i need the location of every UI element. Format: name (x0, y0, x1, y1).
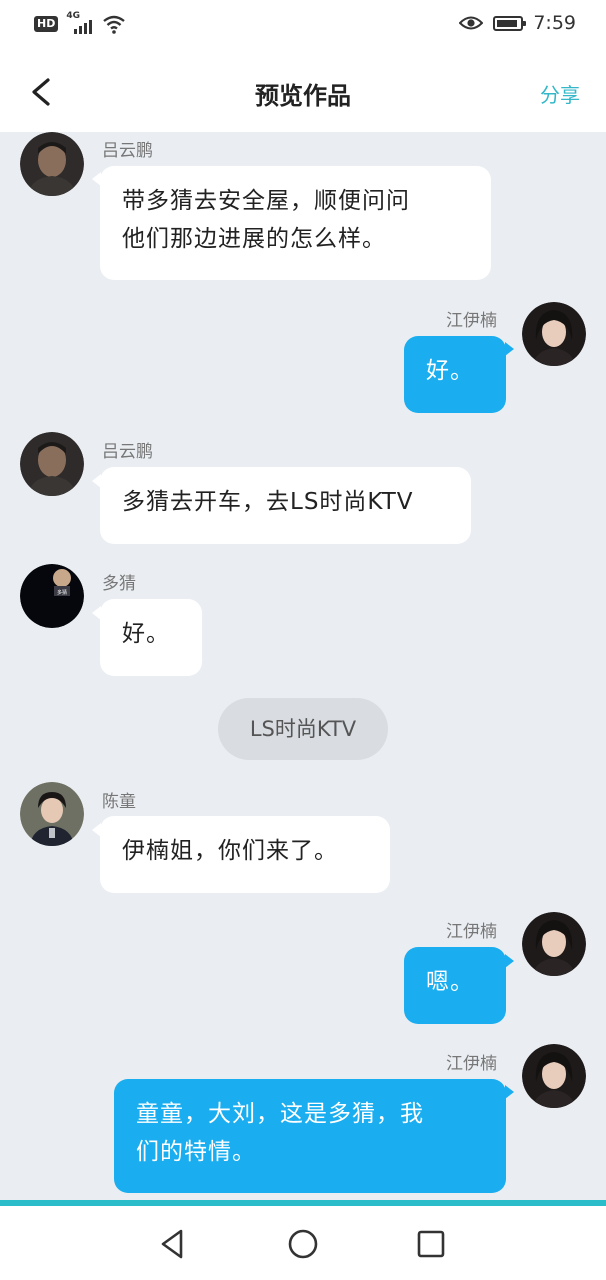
nav-back-button[interactable] (155, 1226, 191, 1262)
scene-label[interactable]: LS时尚KTV (218, 698, 388, 760)
cellular-signal-icon: 4G (66, 11, 94, 34)
avatar[interactable] (522, 912, 586, 976)
avatar[interactable] (20, 432, 84, 496)
sender-name: 江伊楠 (446, 1054, 497, 1074)
avatar[interactable] (522, 302, 586, 366)
message-bubble[interactable]: 好。 (100, 599, 202, 676)
sender-name: 陈童 (102, 792, 136, 812)
avatar[interactable]: 多猜 (20, 564, 84, 628)
message-text-line: 童童，大刘，这是多猜，我 (136, 1101, 424, 1127)
status-left: HD 4G (34, 11, 126, 34)
battery-icon (493, 15, 527, 31)
message-text-line: 们的特情。 (136, 1139, 256, 1165)
message-bubble[interactable]: 好。 (404, 336, 506, 413)
status-bar: HD 4G 7:59 (0, 0, 606, 52)
avatar[interactable] (20, 782, 84, 846)
message-bubble[interactable]: 童童，大刘，这是多猜，我 们的特情。 (114, 1079, 506, 1193)
sender-name: 江伊楠 (446, 922, 497, 942)
page-title: 预览作品 (255, 82, 351, 110)
status-right: 7:59 (459, 12, 576, 34)
system-nav-bar (0, 1206, 606, 1280)
clock: 7:59 (533, 12, 576, 34)
title-bar: 预览作品 分享 (0, 52, 606, 132)
triangle-back-icon (161, 1229, 183, 1259)
message-text-line: 他们那边进展的怎么样。 (122, 226, 386, 252)
message-text-line: 多猜去开车，去LS时尚KTV (122, 489, 414, 515)
avatar-caption: 多猜 (57, 589, 67, 596)
wifi-icon (103, 15, 126, 34)
avatar[interactable] (20, 132, 84, 196)
chat-area[interactable]: 吕云鹏 带多猜去安全屋，顺便问问 他们那边进展的怎么样。 江伊楠 好。 吕云鹏 (0, 132, 606, 1200)
message-bubble[interactable]: 带多猜去安全屋，顺便问问 他们那边进展的怎么样。 (100, 166, 491, 280)
message-text-line: 伊楠姐，你们来了。 (122, 838, 338, 864)
sender-name: 吕云鹏 (102, 442, 153, 462)
hd-badge: HD (34, 16, 59, 32)
avatar[interactable] (522, 1044, 586, 1108)
nav-recent-button[interactable] (413, 1226, 449, 1262)
message-bubble[interactable]: 伊楠姐，你们来了。 (100, 816, 390, 893)
sender-name: 多猜 (102, 574, 136, 594)
sender-name: 吕云鹏 (102, 141, 153, 161)
circle-home-icon (288, 1229, 318, 1259)
message-text-line: 嗯。 (426, 969, 474, 995)
message-bubble[interactable]: 多猜去开车，去LS时尚KTV (100, 467, 471, 544)
sender-name: 江伊楠 (446, 311, 497, 331)
nav-home-button[interactable] (285, 1226, 321, 1262)
share-button[interactable]: 分享 (540, 79, 580, 108)
message-bubble[interactable]: 嗯。 (404, 947, 506, 1024)
message-text-line: 好。 (426, 358, 474, 384)
message-text-line: 好。 (122, 621, 170, 647)
square-recent-icon (417, 1230, 445, 1258)
message-text-line: 带多猜去安全屋，顺便问问 (122, 188, 410, 214)
eye-icon (459, 16, 484, 30)
